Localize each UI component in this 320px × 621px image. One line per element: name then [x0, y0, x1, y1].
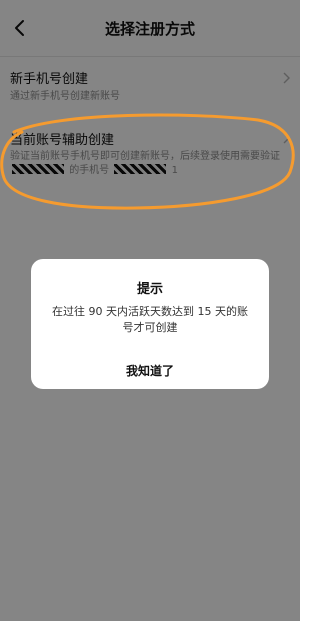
dialog-message: 在过往 90 天内活跃天数达到 15 天的账号才可创建 [52, 305, 248, 334]
got-it-button[interactable]: 我知道了 [31, 356, 269, 386]
dialog-title: 提示 [136, 282, 163, 297]
prompt-dialog: 提示 在过往 90 天内活跃天数达到 15 天的账号才可创建 我知道了 [31, 259, 269, 389]
